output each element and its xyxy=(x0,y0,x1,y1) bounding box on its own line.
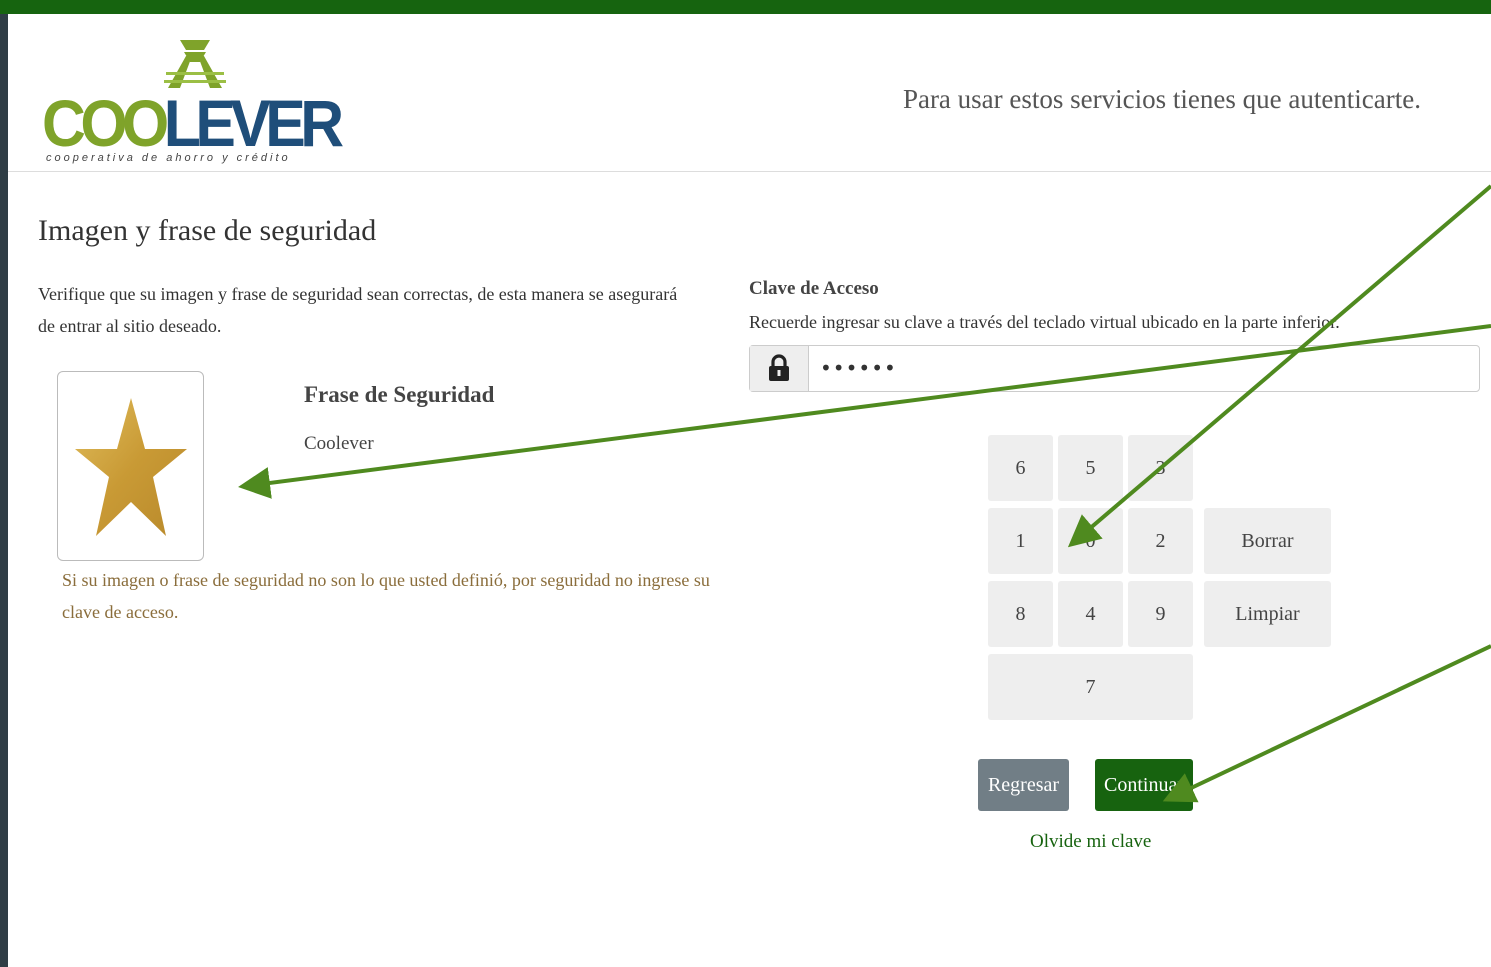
keypad-key-3[interactable]: 3 xyxy=(1128,435,1193,501)
security-section-title: Imagen y frase de seguridad xyxy=(38,214,377,247)
keypad-clear-button[interactable]: Limpiar xyxy=(1204,581,1331,647)
keypad-key-2[interactable]: 2 xyxy=(1128,508,1193,574)
security-phrase-title: Frase de Seguridad xyxy=(304,382,495,407)
password-field-group xyxy=(749,345,1480,392)
keypad-key-8[interactable]: 8 xyxy=(988,581,1053,647)
annotation-arrow-continue xyxy=(1162,644,1491,803)
keypad-key-5[interactable]: 5 xyxy=(1058,435,1123,501)
gold-star-icon xyxy=(75,398,187,536)
logo-emblem-icon xyxy=(164,40,226,88)
coolever-logo: COOLEVER cooperativa de ahorro y crédito xyxy=(42,36,344,166)
security-description: Verifique que su imagen y frase de segur… xyxy=(38,284,678,336)
logo-tagline: cooperativa de ahorro y crédito xyxy=(46,152,291,164)
lock-icon xyxy=(769,354,789,381)
keypad-key-0[interactable]: 0 xyxy=(1058,508,1123,574)
password-label: Clave de Acceso xyxy=(749,278,879,299)
logo-wordmark: COOLEVER xyxy=(42,86,344,160)
continue-button[interactable]: Continuar xyxy=(1095,759,1193,811)
keypad-key-6[interactable]: 6 xyxy=(988,435,1053,501)
security-warning: Si su imagen o frase de seguridad no son… xyxy=(62,570,710,622)
password-input[interactable] xyxy=(820,356,1420,380)
header-divider xyxy=(8,171,1491,172)
password-help: Recuerde ingresar su clave a través del … xyxy=(749,312,1340,332)
keypad-key-7[interactable]: 7 xyxy=(988,654,1193,720)
auth-message: Para usar estos servicios tienes que aut… xyxy=(902,84,1421,114)
security-phrase-value: Coolever xyxy=(304,433,374,454)
password-addon xyxy=(750,346,809,391)
left-edge-strip xyxy=(0,0,8,967)
keypad-key-4[interactable]: 4 xyxy=(1058,581,1123,647)
security-image xyxy=(57,371,204,561)
keypad-key-1[interactable]: 1 xyxy=(988,508,1053,574)
keypad-delete-button[interactable]: Borrar xyxy=(1204,508,1331,574)
top-bar xyxy=(0,0,1491,14)
keypad-key-9[interactable]: 9 xyxy=(1128,581,1193,647)
forgot-password-link[interactable]: Olvide mi clave xyxy=(1030,831,1151,853)
back-button[interactable]: Regresar xyxy=(978,759,1069,811)
